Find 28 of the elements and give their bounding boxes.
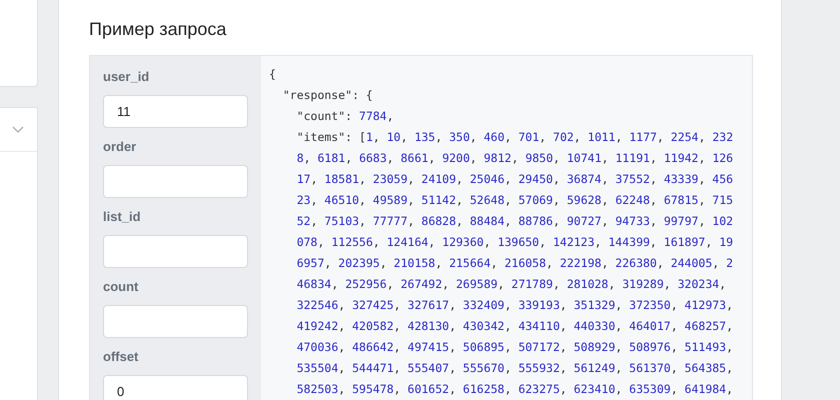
param-label: offset — [103, 348, 140, 366]
chevron-down-icon[interactable] — [12, 126, 24, 134]
code-line: 078, 112556, 124164, 129360, 139650, 142123, 144399, 161897, 19 — [296, 234, 734, 251]
section-title: Пример запроса — [89, 18, 228, 41]
code-line: 470036, 486642, 497415, 506895, 507172, 508929, 508976, 511493, — [296, 339, 734, 356]
code-line: 6957, 202395, 210158, 215664, 216058, 222198, 226380, 244005, 2 — [296, 255, 734, 272]
code-line: { — [269, 66, 277, 83]
code-line: 535504, 544471, 555407, 555670, 555932, 561249, 561370, 564385, — [296, 360, 734, 377]
code-line: 8, 6181, 6683, 8661, 9200, 9812, 9850, 10741, 11191, 11942, 126 — [296, 150, 734, 167]
code-line: "count": 7784, — [296, 108, 395, 125]
param-input[interactable] — [103, 165, 248, 198]
code-line: 419242, 420582, 428130, 430342, 434110, 440330, 464017, 468257, — [296, 318, 734, 335]
code-line: 17, 18581, 23059, 24109, 25046, 29450, 36874, 37552, 43339, 456 — [296, 171, 734, 188]
code-line: 46834, 252956, 267492, 269589, 271789, 281028, 319289, 320234, — [296, 276, 728, 293]
param-label: order — [103, 138, 138, 156]
param-input[interactable]: 11 — [103, 95, 248, 128]
code-line: 52, 75103, 77777, 86828, 88484, 88786, 90727, 94733, 99797, 102 — [296, 213, 734, 230]
code-line: 23, 46510, 49589, 51142, 52648, 57069, 59628, 62248, 67815, 715 — [296, 192, 734, 209]
param-label: list_id — [103, 208, 142, 226]
code-line: "items": [1, 10, 135, 350, 460, 701, 702, 1011, 1177, 2254, 232 — [296, 129, 734, 146]
code-line: 582503, 595478, 601652, 616258, 623275, 623410, 635309, 641984, — [296, 381, 734, 398]
param-label: user_id — [103, 68, 150, 86]
param-input[interactable]: 0 — [103, 375, 248, 400]
param-input[interactable] — [103, 305, 248, 338]
code-line: 322546, 327425, 327617, 332409, 339193, 351329, 372350, 412973, — [296, 297, 734, 314]
param-label: count — [103, 278, 140, 296]
param-input[interactable] — [103, 235, 248, 268]
code-line: "response": { — [282, 87, 374, 104]
